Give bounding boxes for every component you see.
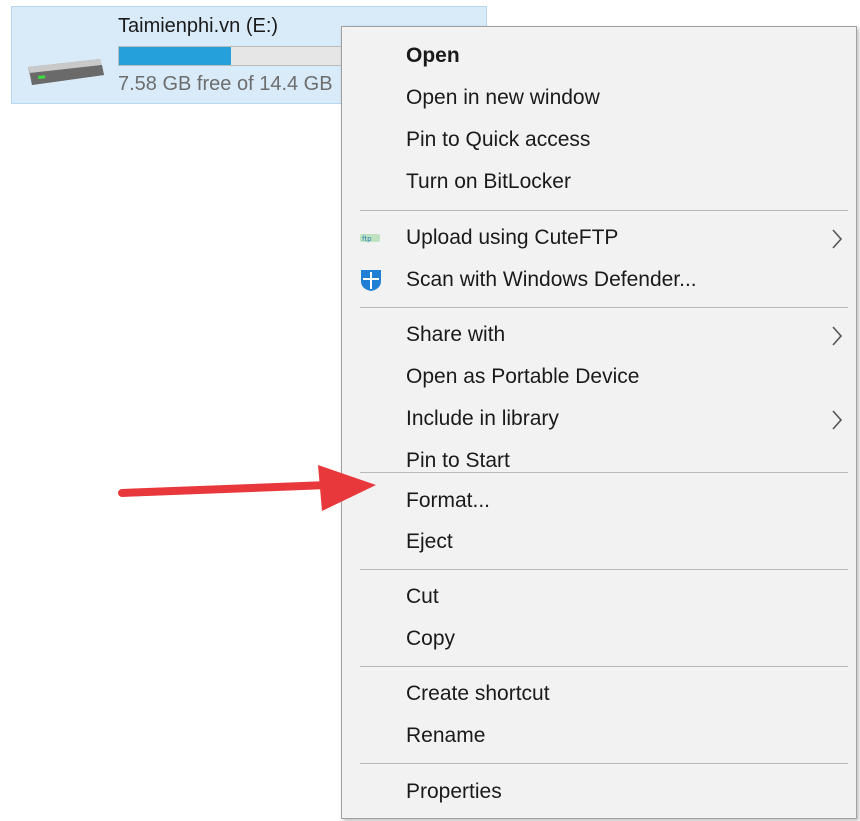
menu-item-pin-to-quick-access[interactable]: Pin to Quick access <box>342 120 856 160</box>
menu-item-label: Open as Portable Device <box>406 365 640 388</box>
menu-item-label: Eject <box>406 530 453 553</box>
context-menu: Open Open in new window Pin to Quick acc… <box>341 26 857 819</box>
menu-item-label: Open <box>406 44 460 67</box>
menu-item-label: Cut <box>406 585 439 608</box>
menu-item-label: Upload using CuteFTP <box>406 226 619 249</box>
menu-item-turn-on-bitlocker[interactable]: Turn on BitLocker <box>342 162 856 202</box>
menu-item-label: Scan with Windows Defender... <box>406 268 697 291</box>
hard-drive-icon <box>28 59 104 85</box>
menu-item-label: Share with <box>406 323 506 346</box>
menu-item-open-in-new-window[interactable]: Open in new window <box>342 78 856 118</box>
menu-item-open-as-portable-device[interactable]: Open as Portable Device <box>342 357 856 397</box>
menu-item-properties[interactable]: Properties <box>342 772 856 812</box>
windows-defender-icon <box>361 270 381 291</box>
menu-item-label: Pin to Start <box>406 449 510 472</box>
menu-separator <box>360 472 848 473</box>
menu-item-format[interactable]: Format... <box>342 481 856 521</box>
menu-item-open[interactable]: Open <box>342 36 856 76</box>
menu-item-create-shortcut[interactable]: Create shortcut <box>342 674 856 714</box>
menu-item-rename[interactable]: Rename <box>342 716 856 756</box>
menu-item-eject[interactable]: Eject <box>342 522 856 562</box>
menu-item-label: Open in new window <box>406 86 600 109</box>
menu-item-label: Turn on BitLocker <box>406 170 571 193</box>
menu-item-cut[interactable]: Cut <box>342 577 856 617</box>
chevron-right-icon <box>832 326 843 346</box>
menu-separator <box>360 210 848 211</box>
menu-item-label: Rename <box>406 724 486 747</box>
drive-free-space: 7.58 GB free of 14.4 GB <box>118 73 333 95</box>
menu-item-scan-with-windows-defender[interactable]: Scan with Windows Defender... <box>342 260 856 300</box>
menu-item-label: Copy <box>406 627 456 650</box>
menu-item-label: Pin to Quick access <box>406 128 591 151</box>
menu-item-include-in-library[interactable]: Include in library <box>342 399 856 439</box>
menu-item-label: Format... <box>406 489 491 512</box>
chevron-right-icon <box>832 410 843 430</box>
menu-separator <box>360 569 848 570</box>
menu-item-pin-to-start[interactable]: Pin to Start <box>342 441 856 481</box>
cuteftp-icon: ftp <box>360 234 380 243</box>
chevron-right-icon <box>832 229 843 249</box>
menu-item-label: Include in library <box>406 407 559 430</box>
menu-item-label: Properties <box>406 780 502 803</box>
drive-name: Taimienphi.vn (E:) <box>118 15 279 37</box>
svg-text:ftp: ftp <box>362 235 372 243</box>
menu-item-upload-using-cuteftp[interactable]: ftp Upload using CuteFTP <box>342 218 856 258</box>
menu-separator <box>360 763 848 764</box>
menu-separator <box>360 666 848 667</box>
menu-item-copy[interactable]: Copy <box>342 619 856 659</box>
drive-usage-bar <box>118 46 358 66</box>
menu-item-share-with[interactable]: Share with <box>342 315 856 355</box>
drive-usage-fill <box>119 47 231 65</box>
menu-item-label: Create shortcut <box>406 682 550 705</box>
red-arrow-annotation <box>118 465 376 511</box>
menu-separator <box>360 307 848 308</box>
